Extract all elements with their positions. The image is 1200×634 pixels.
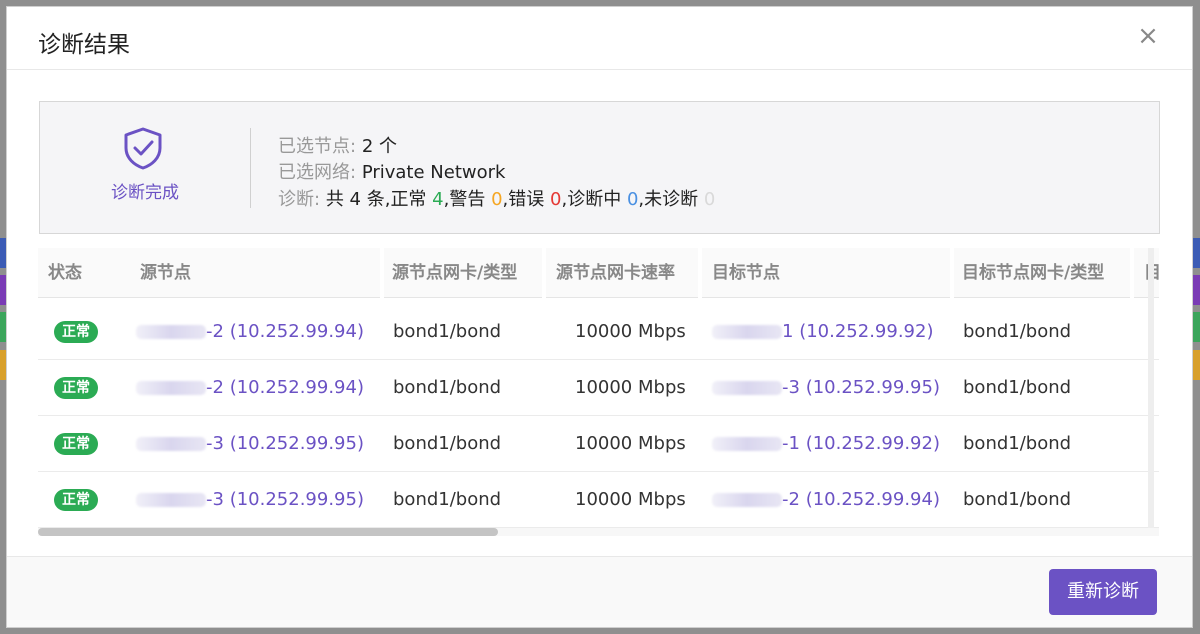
selected-network-line: 已选网络: Private Network: [278, 158, 505, 184]
source-node-cell[interactable]: -2 (10.252.99.94): [136, 360, 364, 415]
target-node-cell[interactable]: -3 (10.252.99.95): [712, 360, 940, 415]
target-node-ip[interactable]: (10.252.99.94): [806, 489, 940, 510]
column-header-source-rate[interactable]: 源节点网卡速率: [546, 248, 698, 298]
target-nic-cell: bond1/bond: [963, 321, 1072, 342]
source-rate-cell: 10000 Mbps: [575, 321, 686, 342]
target-node-ip[interactable]: (10.252.99.92): [806, 433, 940, 454]
redacted-hostname: [712, 437, 782, 451]
target-node-suffix: -3: [782, 377, 800, 398]
column-header-source-node[interactable]: 源节点: [130, 248, 380, 298]
target-nic-cell: bond1/bond: [963, 433, 1072, 454]
pending-count: 0: [703, 189, 716, 210]
source-node-suffix: -2: [206, 377, 224, 398]
target-node-suffix: -2: [782, 489, 800, 510]
selected-nodes-key: 已选节点:: [278, 136, 357, 157]
status-badge: 正常: [54, 377, 98, 399]
error-count: 0: [550, 189, 562, 210]
warning-label: ,警告: [443, 189, 486, 210]
column-header-source-nic[interactable]: 源节点网卡/类型: [384, 248, 542, 298]
source-nic-cell: bond1/bond: [393, 377, 502, 398]
source-node-ip[interactable]: (10.252.99.94): [230, 321, 364, 342]
source-rate-cell: 10000 Mbps: [575, 433, 686, 454]
selected-network-value: Private Network: [361, 162, 506, 183]
column-header-status[interactable]: 状态: [38, 248, 130, 298]
source-node-cell[interactable]: -2 (10.252.99.94): [136, 304, 364, 359]
table-row[interactable]: 正常 -3 (10.252.99.95) bond1/bond 10000 Mb…: [38, 416, 1159, 472]
selected-nodes-line: 已选节点: 2 个: [278, 132, 397, 158]
source-nic-cell: bond1/bond: [393, 433, 502, 454]
source-nic-cell: bond1/bond: [393, 321, 502, 342]
vertical-scrollbar[interactable]: [1148, 248, 1154, 528]
target-node-suffix: -1: [782, 433, 800, 454]
source-rate-cell: 10000 Mbps: [575, 489, 686, 510]
diagnosis-total: 共 4 条,: [325, 189, 391, 210]
target-node-ip[interactable]: (10.252.99.95): [806, 377, 940, 398]
column-header-truncated[interactable]: 目: [1134, 248, 1159, 298]
dialog-header: 诊断结果 ×: [7, 7, 1192, 70]
dialog-title: 诊断结果: [38, 32, 130, 58]
running-count: 0: [626, 189, 639, 210]
redacted-hostname: [712, 325, 782, 339]
status-label: 诊断完成: [111, 183, 179, 203]
source-node-suffix: -3: [206, 433, 224, 454]
diagnosis-stats-line: 诊断: 共 4 条,正常 4,警告 0,错误 0,诊断中 0,未诊断 0: [278, 185, 715, 211]
source-nic-cell: bond1/bond: [393, 489, 502, 510]
redacted-hostname: [136, 493, 206, 507]
target-node-cell[interactable]: -2 (10.252.99.94): [712, 472, 940, 527]
table-row[interactable]: 正常 -2 (10.252.99.94) bond1/bond 10000 Mb…: [38, 304, 1159, 360]
target-nic-cell: bond1/bond: [963, 377, 1072, 398]
status-cell: 正常: [54, 304, 98, 359]
source-node-cell[interactable]: -3 (10.252.99.95): [136, 472, 364, 527]
target-node-cell[interactable]: 1 (10.252.99.92): [712, 304, 933, 359]
diagnosis-summary: 诊断完成 已选节点: 2 个 已选网络: Private Network 诊断:…: [39, 101, 1160, 234]
running-label: ,诊断中: [561, 189, 622, 210]
target-node-suffix: 1: [782, 321, 794, 342]
redacted-hostname: [712, 493, 782, 507]
column-header-target-node[interactable]: 目标节点: [702, 248, 950, 298]
divider: [250, 128, 251, 208]
redacted-hostname: [136, 325, 206, 339]
redacted-hostname: [712, 381, 782, 395]
dialog-footer: 重新诊断: [7, 556, 1192, 627]
horizontal-scrollbar[interactable]: [38, 528, 1159, 536]
target-node-ip[interactable]: (10.252.99.92): [799, 321, 933, 342]
column-header-target-nic[interactable]: 目标节点网卡/类型: [954, 248, 1130, 298]
status-badge: 正常: [54, 433, 98, 455]
shield-check-icon: [124, 127, 162, 170]
table-row[interactable]: 正常 -3 (10.252.99.95) bond1/bond 10000 Mb…: [38, 472, 1159, 528]
source-rate-cell: 10000 Mbps: [575, 377, 686, 398]
normal-count: 4: [432, 189, 444, 210]
rediagnose-button[interactable]: 重新诊断: [1049, 569, 1157, 615]
table-header: 状态 源节点 源节点网卡/类型 源节点网卡速率 目标节点 目标节点网卡/类型 目: [38, 248, 1159, 298]
redacted-hostname: [136, 437, 206, 451]
status-cell: 正常: [54, 360, 98, 415]
status-badge: 正常: [54, 489, 98, 511]
warning-count: 0: [491, 189, 503, 210]
pending-label: ,未诊断: [638, 189, 699, 210]
normal-label: 正常: [390, 189, 427, 210]
source-node-ip[interactable]: (10.252.99.95): [230, 433, 364, 454]
error-label: ,错误: [502, 189, 545, 210]
redacted-hostname: [136, 381, 206, 395]
close-icon[interactable]: ×: [1136, 23, 1160, 49]
horizontal-scrollbar-thumb[interactable]: [38, 528, 498, 536]
source-node-ip[interactable]: (10.252.99.94): [230, 377, 364, 398]
source-node-suffix: -2: [206, 321, 224, 342]
table-row[interactable]: 正常 -2 (10.252.99.94) bond1/bond 10000 Mb…: [38, 360, 1159, 416]
status-badge: 正常: [54, 321, 98, 343]
selected-network-key: 已选网络:: [278, 162, 357, 183]
selected-nodes-value: 2 个: [361, 136, 397, 157]
status-cell: 正常: [54, 472, 98, 527]
status-cell: 正常: [54, 416, 98, 471]
source-node-cell[interactable]: -3 (10.252.99.95): [136, 416, 364, 471]
target-nic-cell: bond1/bond: [963, 489, 1072, 510]
diagnosis-table: 状态 源节点 源节点网卡/类型 源节点网卡速率 目标节点 目标节点网卡/类型 目…: [38, 248, 1159, 532]
source-node-suffix: -3: [206, 489, 224, 510]
target-node-cell[interactable]: -1 (10.252.99.92): [712, 416, 940, 471]
diagnosis-key: 诊断:: [278, 189, 321, 210]
source-node-ip[interactable]: (10.252.99.95): [230, 489, 364, 510]
